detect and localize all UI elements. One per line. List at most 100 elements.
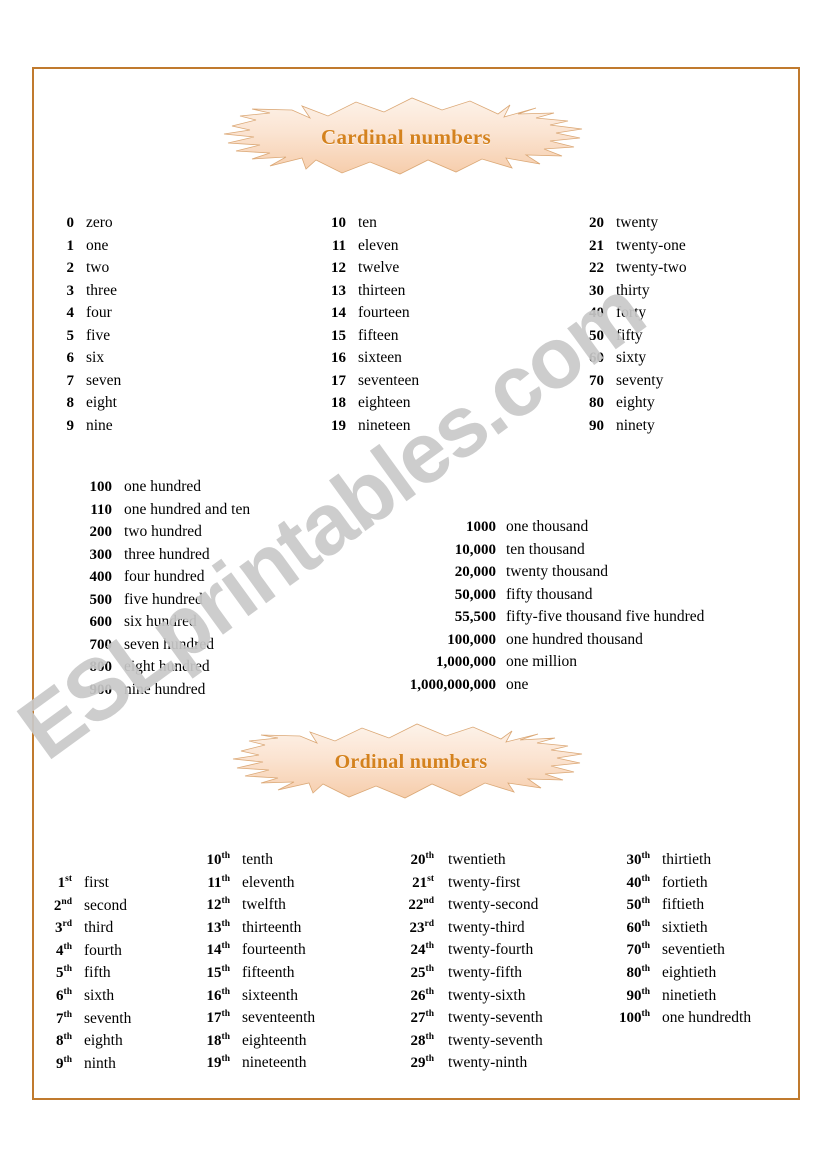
ordinal-figure: 21st bbox=[404, 874, 434, 892]
ordinal-word: seventieth bbox=[662, 941, 725, 959]
number-figure: 22 bbox=[589, 260, 604, 276]
number-row: 60 sixty bbox=[580, 349, 687, 372]
number-word: two bbox=[86, 259, 110, 276]
number-figure: 14 bbox=[331, 305, 346, 321]
number-word: one hundred thousand bbox=[506, 630, 643, 648]
number-word: one hundred bbox=[124, 478, 202, 495]
ordinal-digits: 10 bbox=[206, 852, 222, 868]
ordinal-column-twenties: 20th twentieth 21st twenty-first 22nd twenty-… bbox=[404, 851, 543, 1077]
ordinal-digits: 21 bbox=[412, 874, 428, 891]
ordinal-row: 50th fiftieth bbox=[612, 896, 751, 919]
ordinal-suffix: th bbox=[63, 964, 72, 975]
ordinal-word: one hundredth bbox=[662, 1009, 752, 1027]
ordinal-column-teens: 10th tenth 11th eleventh 12th twelfth 13th thir… bbox=[200, 851, 316, 1077]
ordinal-row: 15th fifteenth bbox=[200, 964, 315, 987]
number-figure: 6 bbox=[66, 350, 75, 366]
ordinal-word: third bbox=[84, 919, 114, 937]
number-row: 7 seven bbox=[58, 372, 122, 395]
number-word: one million bbox=[506, 653, 578, 670]
ordinal-figure: 40th bbox=[612, 874, 650, 892]
number-figure: 0 bbox=[66, 215, 75, 231]
ordinal-numbers-banner: Ordinal numbers bbox=[216, 722, 606, 802]
number-word: seven hundred bbox=[124, 635, 214, 653]
number-figure: 50,000 bbox=[454, 586, 496, 603]
number-row: 55,500 fifty-five thousand five hundred bbox=[378, 608, 705, 631]
ordinal-row: 21st twenty-first bbox=[404, 874, 543, 897]
number-figure: 1 bbox=[66, 237, 75, 254]
number-word: eighteen bbox=[358, 394, 411, 411]
ordinal-row: 27th twenty-seventh bbox=[404, 1009, 543, 1032]
ordinal-word: sixth bbox=[84, 986, 115, 1004]
ordinal-digits: 22 bbox=[408, 897, 424, 914]
number-figure: 40 bbox=[589, 305, 604, 321]
number-row: 500 five hundred bbox=[78, 591, 250, 614]
number-word: nine bbox=[86, 416, 113, 434]
ordinal-suffix: th bbox=[425, 986, 434, 997]
cardinal-column-hundreds: 100 one hundred 110 one hundred and ten 200 t… bbox=[78, 478, 251, 703]
ordinal-row: 40th fortieth bbox=[612, 874, 751, 897]
ordinal-suffix: th bbox=[425, 1031, 434, 1042]
number-figure: 70 bbox=[589, 372, 604, 389]
number-row: 14 fourteen bbox=[322, 304, 419, 327]
number-row: 6 six bbox=[58, 349, 121, 372]
number-word: thirty bbox=[616, 281, 650, 299]
number-row: 100,000 one hundred thousand bbox=[378, 631, 704, 654]
ordinal-suffix: th bbox=[63, 1032, 72, 1043]
number-figure: 19 bbox=[331, 417, 346, 434]
number-row: 11 eleven bbox=[322, 237, 419, 260]
number-row: 200 two hundred bbox=[78, 523, 250, 546]
number-word: twenty-two bbox=[616, 259, 687, 276]
ordinal-digits: 26 bbox=[410, 987, 426, 1004]
number-figure: 1,000,000 bbox=[436, 654, 496, 670]
number-word: sixteen bbox=[358, 349, 402, 366]
number-word: sixty bbox=[616, 349, 647, 366]
ordinal-digits: 80 bbox=[626, 964, 642, 981]
ordinal-suffix: th bbox=[425, 963, 434, 974]
ordinal-word: twenty-second bbox=[448, 896, 539, 914]
ordinal-figure: 12th bbox=[200, 896, 230, 914]
number-word: eleven bbox=[358, 236, 399, 254]
ordinal-row: 100th one hundredth bbox=[612, 1009, 751, 1032]
number-row: 50 fifty bbox=[580, 327, 687, 350]
ordinal-figure: 80th bbox=[612, 964, 650, 982]
number-word: forty bbox=[616, 304, 647, 321]
number-figure: 9 bbox=[66, 417, 75, 434]
number-row: 13 thirteen bbox=[322, 282, 419, 305]
ordinal-word: twenty-fourth bbox=[448, 941, 534, 959]
ordinal-row: 30th thirtieth bbox=[612, 851, 751, 874]
number-figure: 60 bbox=[589, 350, 604, 366]
number-word: fourteen bbox=[358, 304, 410, 321]
ordinal-figure: 1st bbox=[50, 874, 72, 892]
ordinal-row: 28th twenty-seventh bbox=[404, 1032, 543, 1055]
ordinal-suffix: th bbox=[425, 851, 434, 861]
ordinal-row: 5th fifth bbox=[50, 964, 131, 987]
number-figure: 500 bbox=[89, 591, 113, 608]
ordinal-row: 29th twenty-ninth bbox=[404, 1054, 543, 1077]
number-word: fifty bbox=[616, 326, 643, 344]
number-row: 400 four hundred bbox=[78, 568, 250, 591]
number-word: three bbox=[86, 281, 117, 299]
ordinal-word: fourth bbox=[84, 941, 122, 959]
ordinal-figure: 3rd bbox=[50, 919, 72, 937]
ordinal-word: fiftieth bbox=[662, 896, 705, 914]
ordinal-digits: 18 bbox=[206, 1032, 222, 1049]
ordinal-word: fifth bbox=[84, 964, 111, 982]
ordinal-row: 16th sixteenth bbox=[200, 987, 315, 1010]
ordinal-suffix: th bbox=[221, 986, 230, 997]
ordinal-digits: 3 bbox=[55, 920, 63, 937]
ordinal-figure: 2nd bbox=[50, 897, 72, 915]
ordinal-digits: 7 bbox=[56, 1010, 64, 1027]
ordinal-figure: 16th bbox=[200, 986, 230, 1005]
number-word: fifteen bbox=[358, 326, 399, 344]
ordinal-digits: 15 bbox=[206, 964, 222, 981]
ordinal-digits: 24 bbox=[410, 942, 426, 959]
ordinal-word: twenty-sixth bbox=[448, 986, 526, 1004]
ordinal-row: 2nd second bbox=[50, 897, 131, 920]
number-word: zero bbox=[86, 214, 113, 231]
ordinal-row: 17th seventeenth bbox=[200, 1009, 316, 1032]
ordinal-word: eleventh bbox=[242, 873, 295, 891]
ordinal-row: 11th eleventh bbox=[200, 874, 315, 897]
number-word: twenty-one bbox=[616, 236, 686, 254]
cardinal-column-tens: 20 twenty 21 twenty-one 22 twenty-two 30 thirty… bbox=[580, 214, 687, 439]
number-word: four hundred bbox=[124, 568, 205, 585]
